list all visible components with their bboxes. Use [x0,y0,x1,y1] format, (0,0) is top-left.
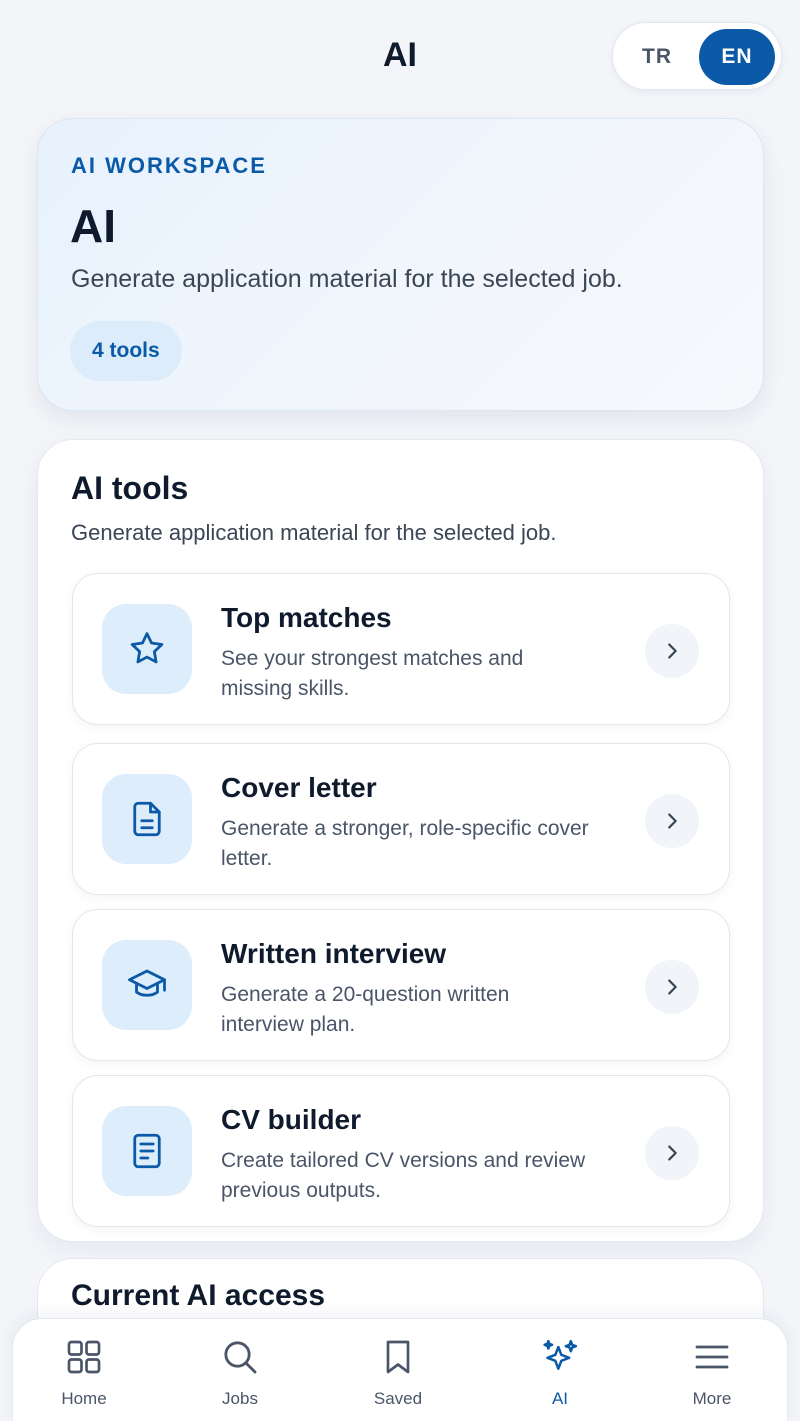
chevron-right-icon[interactable] [645,624,699,678]
sparkles-icon [543,1339,578,1370]
tool-icon-container [102,774,192,864]
hero-title: AI [70,200,116,252]
tool-description: Create tailored CV versions and review p… [221,1149,586,1202]
nav-item-jobs[interactable]: Jobs [180,1337,300,1417]
graduation-cap-icon [128,969,166,997]
language-toggle[interactable]: TR EN [612,22,782,90]
nav-label: More [692,1389,732,1408]
tool-description: Generate a 20-question written interview… [221,983,510,1036]
search-icon [224,1341,257,1374]
tool-name: CV builder [221,1104,362,1135]
bottom-navigation: Home Jobs Saved AI More [12,1318,788,1421]
nav-label: Saved [373,1389,423,1408]
tool-item-cover-letter[interactable]: Cover letter Generate a stronger, role-s… [72,743,730,895]
language-option-tr[interactable]: TR [619,29,695,85]
tools-count-badge: 4 tools [70,321,182,381]
chevron-right-icon[interactable] [645,1126,699,1180]
chevron-right-icon[interactable] [645,794,699,848]
tool-item-cv-builder[interactable]: CV builder Create tailored CV versions a… [72,1075,730,1227]
language-option-en[interactable]: EN [699,29,775,85]
top-bar: AI TR EN [0,0,800,110]
menu-icon [695,1345,729,1369]
grid-icon [67,1340,101,1374]
nav-label: Jobs [222,1389,258,1408]
document-icon [133,801,161,837]
nav-item-home[interactable]: Home [24,1337,144,1417]
hero-eyebrow: AI WORKSPACE [71,153,267,178]
cv-document-icon [133,1133,161,1169]
nav-label: AI [551,1389,569,1408]
ai-workspace-hero: AI WORKSPACE AI Generate application mat… [37,118,764,411]
tool-item-top-matches[interactable]: Top matches See your strongest matches a… [72,573,730,725]
nav-item-more[interactable]: More [652,1337,772,1417]
tool-name: Top matches [221,602,392,633]
ai-tools-title: AI tools [71,470,189,506]
nav-item-ai[interactable]: AI [500,1337,620,1417]
chevron-right-icon[interactable] [645,960,699,1014]
ai-access-title: Current AI access [71,1279,326,1312]
tool-item-written-interview[interactable]: Written interview Generate a 20-question… [72,909,730,1061]
nav-label: Home [61,1389,107,1408]
bookmark-icon [386,1340,410,1374]
nav-item-saved[interactable]: Saved [338,1337,458,1417]
ai-tools-section: AI tools Generate application material f… [37,439,764,1242]
tool-name: Written interview [221,938,447,969]
star-icon [130,632,164,664]
tool-icon-container [102,940,192,1030]
hero-description: Generate application material for the se… [71,265,623,293]
ai-tools-subtitle: Generate application material for the se… [71,520,557,545]
tool-icon-container [102,604,192,694]
tool-description: See your strongest matches and missing s… [221,647,524,700]
tool-description: Generate a stronger, role-specific cover… [221,817,589,870]
tool-icon-container [102,1106,192,1196]
tool-name: Cover letter [221,772,377,803]
